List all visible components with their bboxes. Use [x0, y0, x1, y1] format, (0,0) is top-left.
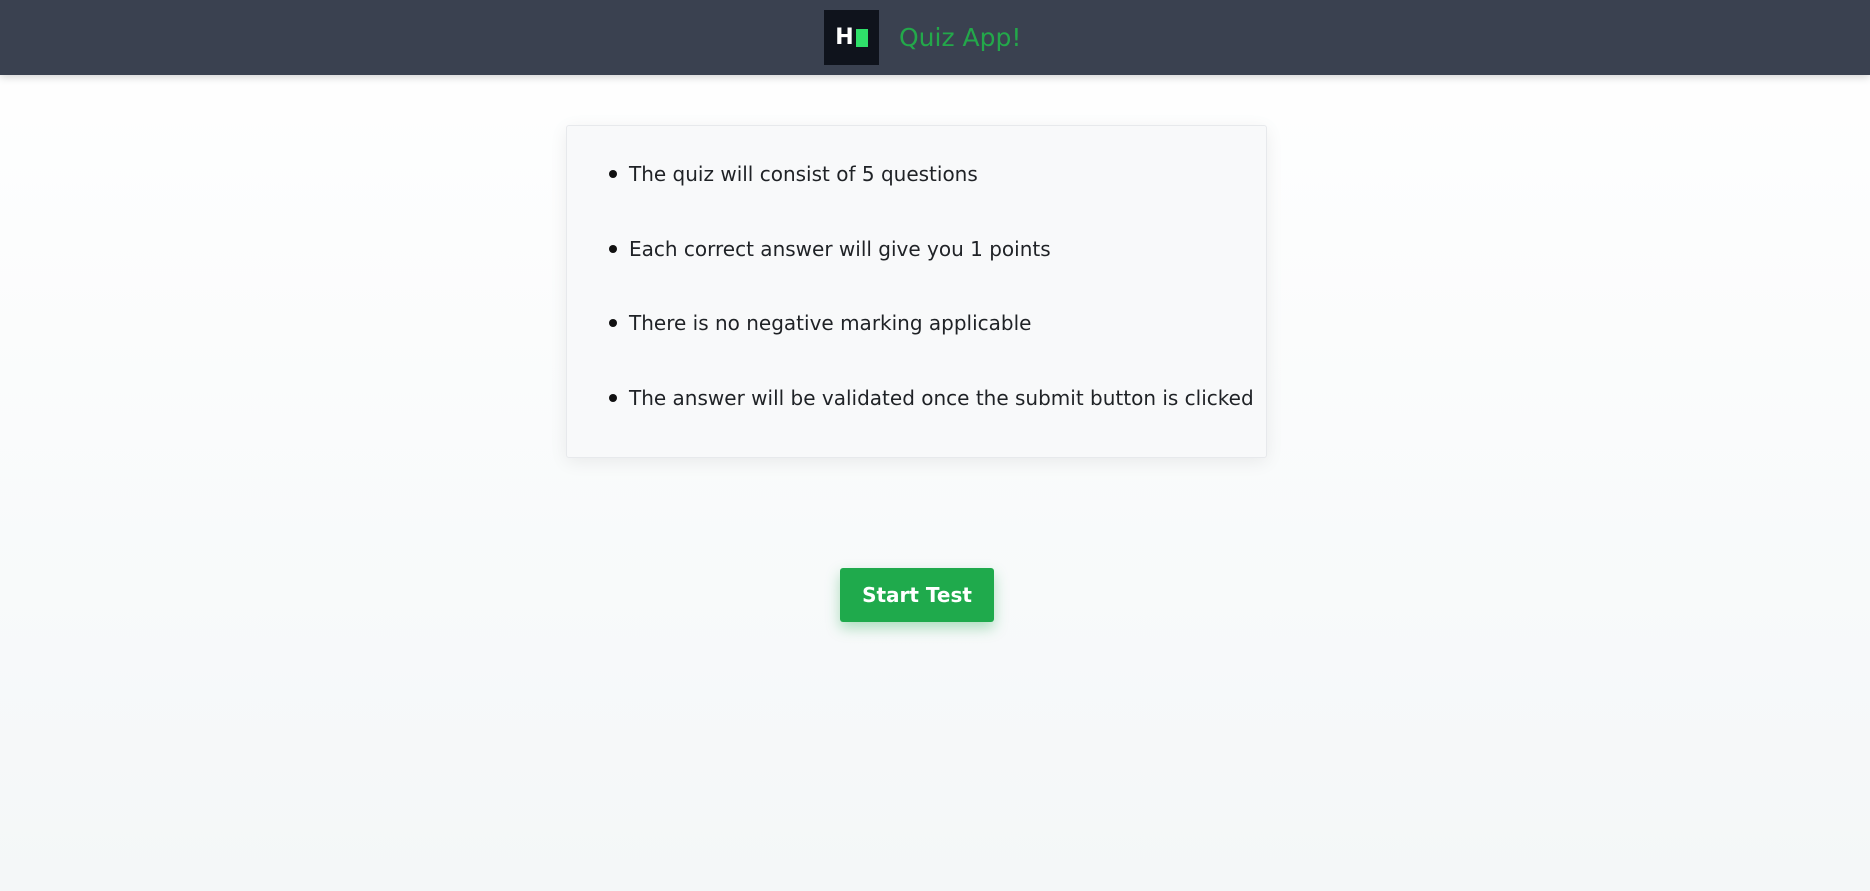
rule-item: Each correct answer will give you 1 poin…: [609, 234, 1051, 264]
bullet-dot-icon: [609, 245, 617, 253]
bullet-dot-icon: [609, 170, 617, 178]
rule-item: The quiz will consist of 5 questions: [609, 159, 978, 189]
rule-text: The answer will be validated once the su…: [629, 386, 1254, 410]
app-header: H Quiz App!: [0, 0, 1870, 75]
rule-text: Each correct answer will give you 1 poin…: [629, 237, 1051, 261]
bullet-dot-icon: [609, 319, 617, 327]
rule-item: The answer will be validated once the su…: [609, 383, 1254, 413]
logo-letter: H: [835, 24, 854, 50]
app-logo-icon: H: [824, 10, 879, 65]
quiz-rules-card: The quiz will consist of 5 questions Eac…: [566, 125, 1267, 458]
app-title: Quiz App!: [899, 23, 1022, 52]
rule-text: The quiz will consist of 5 questions: [629, 162, 978, 186]
rule-text: There is no negative marking applicable: [629, 311, 1032, 335]
rule-item: There is no negative marking applicable: [609, 308, 1032, 338]
logo-block: [855, 28, 868, 47]
bullet-dot-icon: [609, 394, 617, 402]
start-test-button[interactable]: Start Test: [840, 568, 994, 622]
